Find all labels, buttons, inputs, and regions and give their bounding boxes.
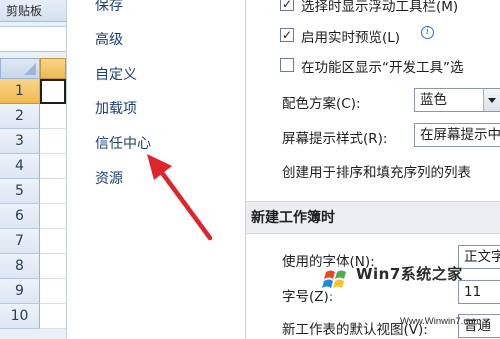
cell[interactable]	[40, 129, 66, 154]
row-header[interactable]: 1	[0, 79, 40, 104]
nav-item-customize[interactable]: 自定义	[95, 65, 137, 85]
red-arrow-icon	[147, 154, 213, 241]
row-headers: 1 2 3 4 5 6 7 8 9 10	[0, 79, 66, 329]
excel-background: 剪贴板 1 2 3 4 5 6 7 8 9 10	[0, 0, 66, 339]
active-cell[interactable]	[40, 79, 66, 104]
font-select[interactable]: 正文字	[458, 245, 500, 269]
floating-toolbar-checkbox[interactable]: ✓	[280, 0, 294, 11]
section-new-workbook: 新建工作簿时	[246, 201, 500, 234]
color-scheme-select[interactable]: 蓝色	[414, 88, 500, 112]
row-header[interactable]: 2	[0, 104, 40, 129]
cell[interactable]	[40, 204, 66, 229]
cell[interactable]	[40, 279, 66, 304]
row-header[interactable]: 4	[0, 154, 40, 179]
cell[interactable]	[40, 104, 66, 129]
row-header[interactable]: 5	[0, 179, 40, 204]
color-scheme-label: 配色方案(C):	[282, 96, 361, 112]
chevron-down-icon[interactable]	[483, 89, 500, 111]
font-value: 正文字	[464, 249, 500, 265]
color-scheme-value: 蓝色	[420, 92, 447, 108]
live-preview-label: 启用实时预览(L)	[301, 30, 401, 46]
excel-options-dialog: 保存 高级 自定义 加载项 信任中心 资源 ✓ 选择时显示浮动工具栏(M) ✓ …	[66, 0, 500, 339]
live-preview-checkbox[interactable]: ✓	[280, 28, 294, 42]
screentip-style-value: 在屏幕提示中	[420, 127, 500, 143]
name-box[interactable]	[0, 26, 66, 52]
cell[interactable]	[40, 304, 66, 329]
options-content: ✓ 选择时显示浮动工具栏(M) ✓ 启用实时预览(L) i 在功能区显示“开发工…	[246, 0, 500, 339]
select-all-corner[interactable]	[0, 58, 40, 79]
screentip-style-select[interactable]: 在屏幕提示中	[414, 123, 500, 147]
developer-tab-label: 在功能区显示“开发工具”选	[301, 60, 464, 76]
watermark-brand: Win7系统之家	[356, 265, 463, 283]
nav-item-add-ins[interactable]: 加载项	[95, 99, 137, 119]
cell[interactable]	[40, 254, 66, 279]
font-size-select[interactable]: 11	[458, 280, 500, 304]
screentip-style-label: 屏幕提示样式(R):	[282, 131, 388, 147]
nav-item-resources[interactable]: 资源	[95, 169, 123, 189]
clipboard-group-label: 剪贴板	[0, 0, 66, 22]
column-header-a[interactable]	[40, 58, 66, 79]
watermark-url: Www.Winwin7.com	[400, 316, 482, 327]
row-header[interactable]: 10	[0, 304, 40, 329]
font-size-value: 11	[464, 284, 482, 300]
row-header[interactable]: 3	[0, 129, 40, 154]
nav-item-save[interactable]: 保存	[95, 0, 123, 16]
row-header[interactable]: 9	[0, 279, 40, 304]
floating-toolbar-label: 选择时显示浮动工具栏(M)	[301, 0, 459, 15]
row-header[interactable]: 6	[0, 204, 40, 229]
developer-tab-checkbox[interactable]	[280, 58, 294, 72]
nav-item-advanced[interactable]: 高级	[95, 30, 123, 50]
custom-lists-text: 创建用于排序和填充序列的列表	[282, 165, 471, 181]
row-header[interactable]: 7	[0, 229, 40, 254]
cell[interactable]	[40, 229, 66, 254]
info-icon: i	[421, 26, 434, 39]
cell[interactable]	[40, 154, 66, 179]
windows-logo-icon	[320, 264, 352, 296]
cell[interactable]	[40, 179, 66, 204]
row-header[interactable]: 8	[0, 254, 40, 279]
